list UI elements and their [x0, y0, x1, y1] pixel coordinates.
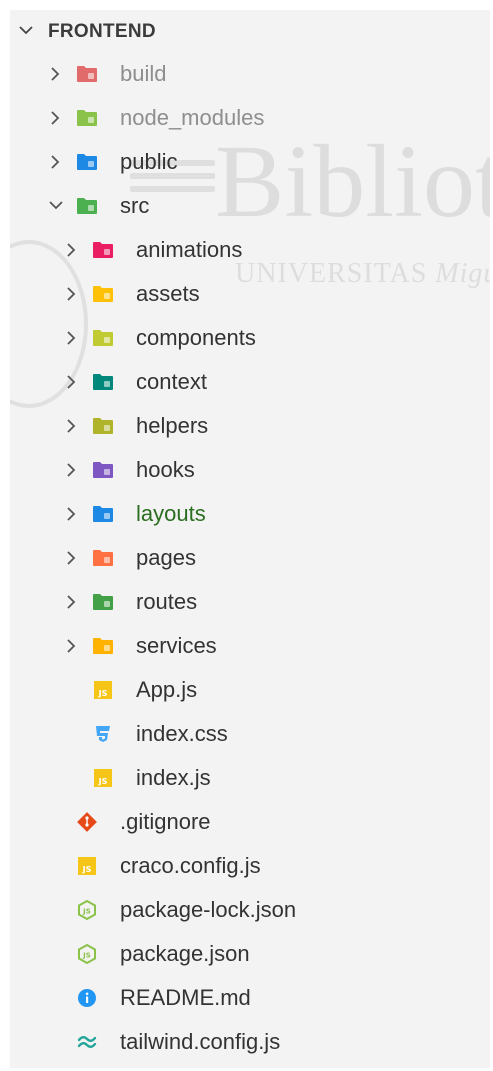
tree-item-label: hooks [136, 457, 195, 482]
chevron-right-icon [64, 462, 78, 483]
chevron-right-icon [64, 330, 78, 351]
tree-item-label: animations [136, 237, 243, 262]
tree-item-label: routes [136, 589, 198, 614]
tree-item-label: assets [136, 281, 200, 306]
explorer-section-title: FRONTEND [48, 21, 156, 42]
folder-row[interactable]: public [10, 142, 490, 182]
tree-item-label: index.css [136, 721, 228, 746]
folder-row[interactable]: components [10, 318, 490, 358]
folder-row[interactable]: pages [10, 538, 490, 578]
file-row[interactable]: JS package-lock.json [10, 890, 490, 930]
tree-item-label: package-lock.json [120, 897, 297, 922]
tree-item-label: App.js [136, 677, 198, 702]
javascript-icon: JS [92, 680, 114, 700]
tree-item-label: build [120, 61, 167, 86]
tree-item-label: src [120, 193, 150, 218]
svg-text:JS: JS [82, 952, 91, 960]
chevron-down-icon [18, 23, 34, 42]
javascript-icon: JS [76, 856, 98, 876]
folder-src-icon [76, 196, 98, 216]
file-row[interactable]: JS craco.config.js [10, 846, 490, 886]
folder-row[interactable]: services [10, 626, 490, 666]
folder-assets-icon [92, 284, 114, 304]
file-explorer: Bibliote UNIVERSITAS Miguel He FRONTEND … [10, 10, 490, 1068]
folder-context-icon [92, 372, 114, 392]
tree-item-label: context [136, 369, 207, 394]
svg-text:JS: JS [98, 689, 108, 698]
file-row[interactable]: tailwind.config.js [10, 1022, 490, 1062]
chevron-right-icon [64, 286, 78, 307]
chevron-right-icon [64, 594, 78, 615]
nodejs-icon: JS [76, 899, 98, 921]
tree-item-label: tailwind.config.js [120, 1029, 281, 1054]
tree-item-label: index.js [136, 765, 211, 790]
folder-services-icon [92, 636, 114, 656]
info-icon [76, 988, 98, 1008]
file-row[interactable]: index.css [10, 714, 490, 754]
tree-item-label: .gitignore [120, 809, 211, 834]
tree-item-label: package.json [120, 941, 250, 966]
folder-helpers-icon [92, 416, 114, 436]
svg-text:JS: JS [98, 777, 108, 786]
folder-row[interactable]: animations [10, 230, 490, 270]
tree-item-label: README.md [120, 985, 251, 1010]
file-row[interactable]: JS index.js [10, 758, 490, 798]
file-row[interactable]: README.md [10, 978, 490, 1018]
chevron-right-icon [64, 506, 78, 527]
chevron-right-icon [64, 638, 78, 659]
folder-pages-icon [92, 548, 114, 568]
folder-components-icon [92, 328, 114, 348]
nodejs-icon: JS [76, 943, 98, 965]
folder-public-icon [76, 152, 98, 172]
svg-text:JS: JS [82, 865, 92, 874]
chevron-right-icon [64, 242, 78, 263]
chevron-right-icon [48, 154, 62, 175]
folder-routes-icon [92, 592, 114, 612]
file-row[interactable]: .gitignore [10, 802, 490, 842]
chevron-right-icon [48, 110, 62, 131]
tree-item-label: pages [136, 545, 196, 570]
javascript-icon: JS [92, 768, 114, 788]
chevron-down-icon [48, 198, 64, 217]
folder-row[interactable]: routes [10, 582, 490, 622]
tailwind-icon [76, 1032, 98, 1052]
tree-item-label: services [136, 633, 217, 658]
folder-row[interactable]: helpers [10, 406, 490, 446]
folder-build-icon [76, 64, 98, 84]
tree-item-label: layouts [136, 501, 206, 526]
tree-item-label: node_modules [120, 105, 265, 130]
git-icon [76, 812, 98, 832]
folder-row[interactable]: assets [10, 274, 490, 314]
file-row[interactable]: JS package.json [10, 934, 490, 974]
chevron-right-icon [64, 374, 78, 395]
folder-node-icon [76, 108, 98, 128]
css-icon [92, 724, 114, 744]
chevron-right-icon [64, 550, 78, 571]
tree-item-label: public [120, 149, 178, 174]
tree-item-label: craco.config.js [120, 853, 261, 878]
tree-item-label: helpers [136, 413, 209, 438]
folder-row[interactable]: hooks [10, 450, 490, 490]
folder-row[interactable]: layouts [10, 494, 490, 534]
file-row[interactable]: JS App.js [10, 670, 490, 710]
tree-item-label: components [136, 325, 256, 350]
chevron-right-icon [48, 66, 62, 87]
folder-row[interactable]: node_modules [10, 98, 490, 138]
folder-row[interactable]: src [10, 186, 490, 226]
folder-layouts-icon [92, 504, 114, 524]
chevron-right-icon [64, 418, 78, 439]
folder-animations-icon [92, 240, 114, 260]
folder-hooks-icon [92, 460, 114, 480]
folder-row[interactable]: context [10, 362, 490, 402]
svg-text:JS: JS [82, 908, 91, 916]
folder-row[interactable]: build [10, 54, 490, 94]
